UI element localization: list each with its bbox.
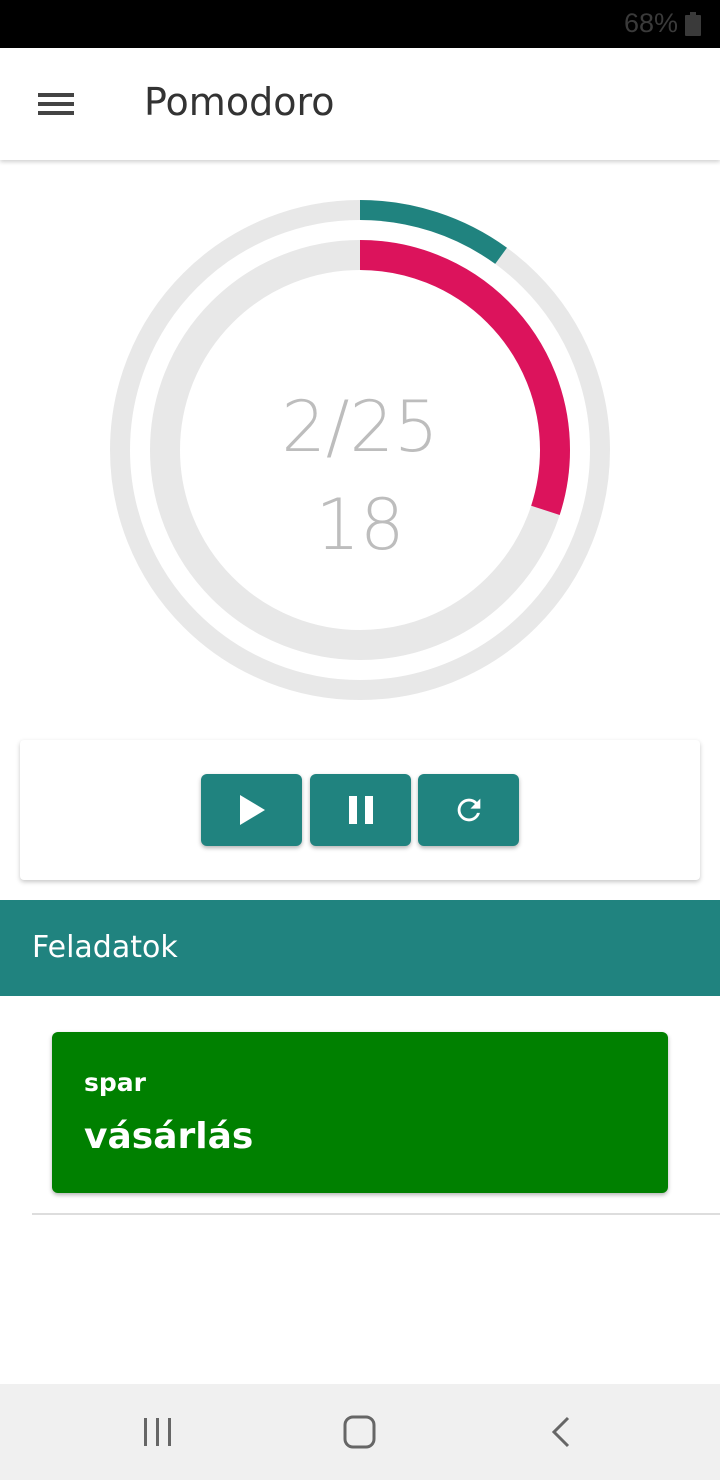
- tasks-title: Feladatok: [32, 930, 178, 965]
- session-counter: 2/25: [281, 386, 439, 468]
- battery-icon: [685, 12, 701, 36]
- refresh-icon: [457, 798, 480, 822]
- page-title: Pomodoro: [144, 80, 335, 124]
- reset-button[interactable]: [418, 774, 519, 846]
- divider: [32, 1213, 720, 1215]
- battery-percentage: 68%: [623, 8, 678, 38]
- menu-icon[interactable]: [26, 76, 86, 132]
- tasks-header: Feladatok: [0, 900, 720, 996]
- recent-apps-icon[interactable]: [128, 1408, 188, 1456]
- navigation-bar: [0, 1384, 720, 1480]
- play-button[interactable]: [201, 774, 302, 846]
- home-icon[interactable]: [329, 1408, 389, 1456]
- status-bar: 68%: [0, 0, 720, 48]
- pause-icon: [348, 796, 373, 824]
- play-icon: [239, 795, 265, 825]
- pause-button[interactable]: [310, 774, 411, 846]
- timer-value: 18: [315, 484, 405, 566]
- controls-card: [20, 740, 700, 880]
- back-icon[interactable]: [532, 1408, 592, 1456]
- task-subtitle: spar: [84, 1068, 146, 1097]
- task-title: vásárlás: [84, 1116, 254, 1157]
- app-bar: Pomodoro: [0, 48, 720, 160]
- task-card[interactable]: spar vásárlás: [52, 1032, 668, 1193]
